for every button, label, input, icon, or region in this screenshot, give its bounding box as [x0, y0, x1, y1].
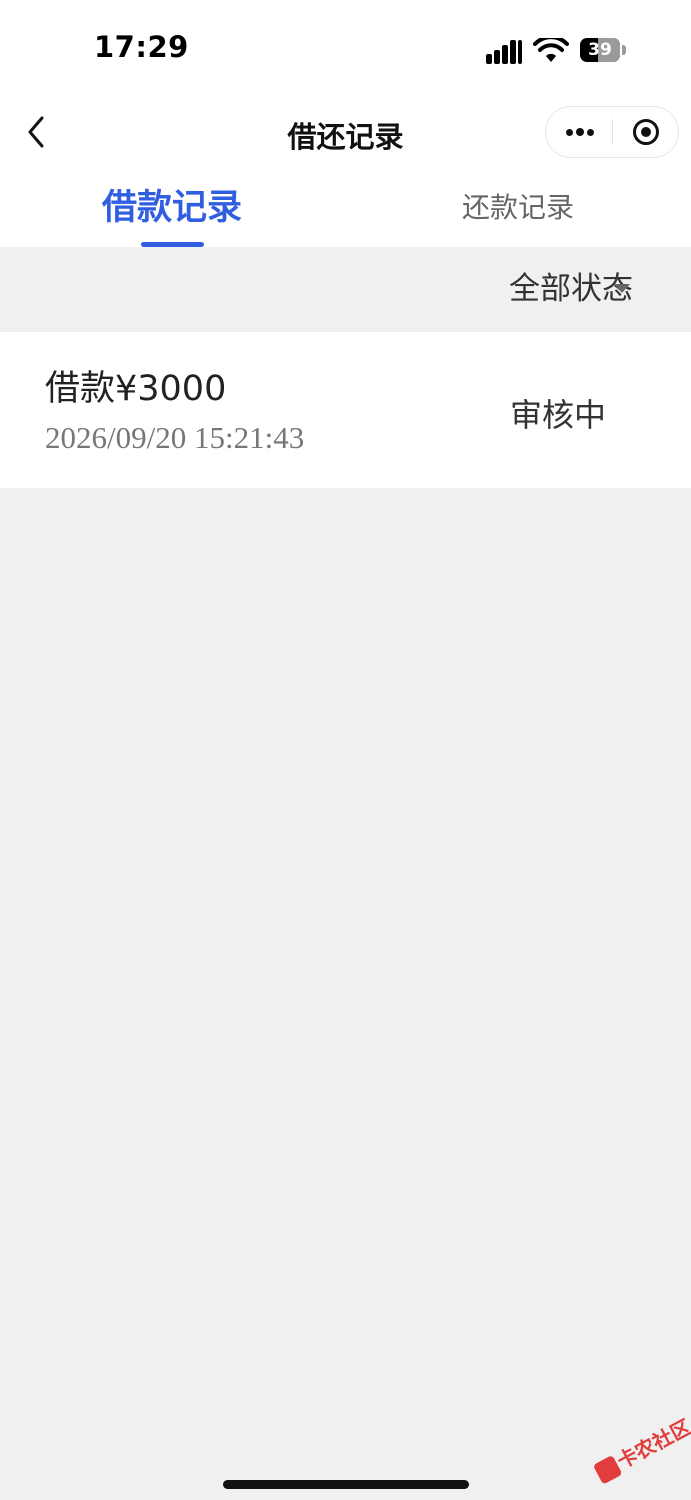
watermark-logo: 卡农社区: [582, 1399, 691, 1497]
mini-program-capsule: [545, 106, 679, 158]
filter-bar: 全部状态: [0, 247, 691, 331]
tab-repayment-records[interactable]: 还款记录: [398, 172, 638, 247]
loan-amount: 借款¥3000: [45, 369, 227, 409]
list-item[interactable]: 借款¥3000 2026/09/20 15:21:43 审核中: [0, 332, 691, 488]
more-button[interactable]: [546, 107, 612, 157]
battery-icon: 39: [580, 38, 620, 62]
tab-label: 还款记录: [461, 191, 574, 224]
tab-loan-records[interactable]: 借款记录: [52, 172, 292, 247]
record-tabs: 借款记录 还款记录: [0, 172, 691, 247]
status-time: 17:29: [94, 30, 189, 64]
wifi-icon: [533, 38, 569, 62]
signal-icon: [486, 40, 524, 64]
status-badge: 审核中: [510, 396, 607, 434]
nav-bar: 借还记录: [0, 96, 691, 172]
home-indicator[interactable]: [223, 1480, 469, 1489]
close-button[interactable]: [613, 107, 679, 157]
tab-label: 借款记录: [101, 188, 242, 228]
caret-down-icon[interactable]: [614, 284, 630, 293]
loan-timestamp: 2026/09/20 15:21:43: [45, 420, 305, 455]
watermark-text: 卡农社区: [613, 1414, 691, 1474]
battery-level: 39: [588, 40, 612, 60]
battery-tip: [622, 45, 626, 55]
status-bar: 17:29 39: [0, 0, 691, 96]
